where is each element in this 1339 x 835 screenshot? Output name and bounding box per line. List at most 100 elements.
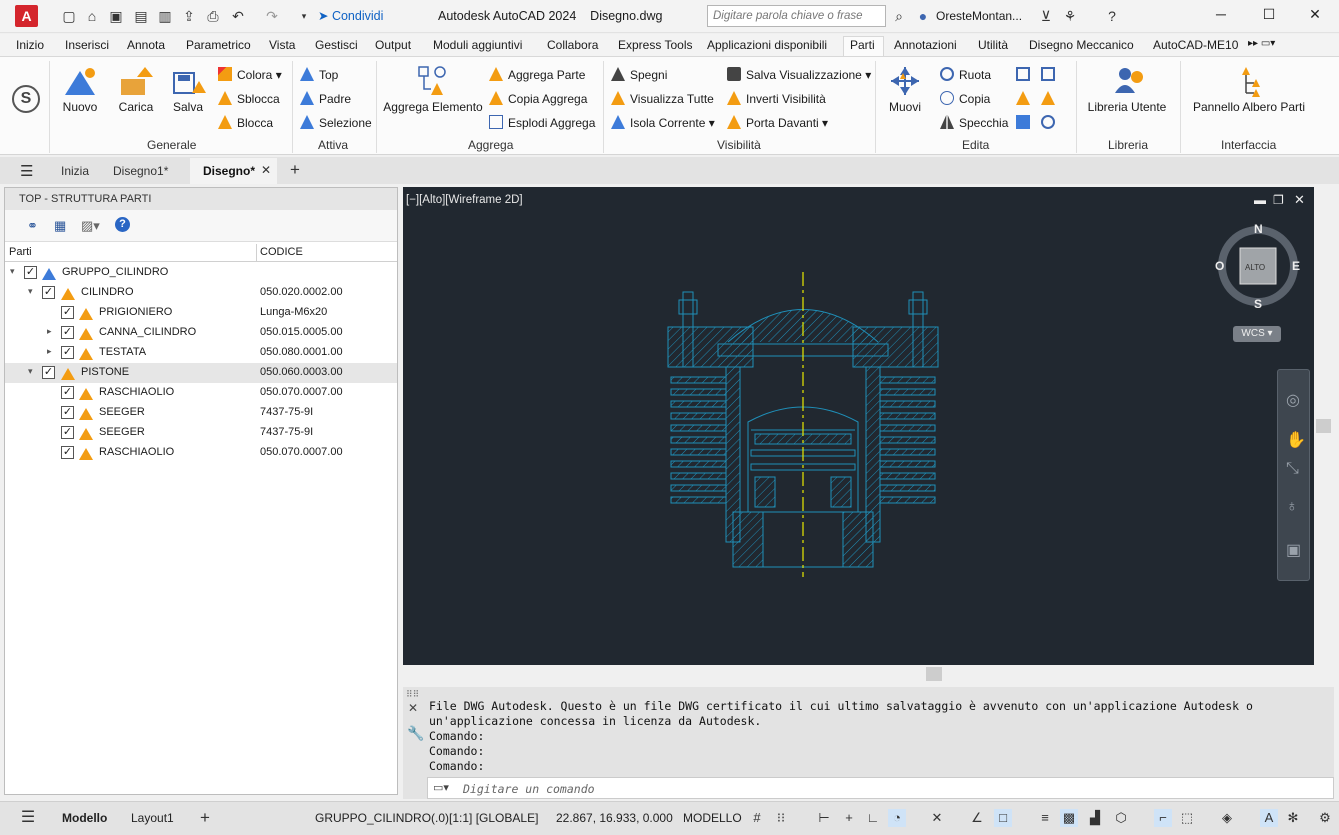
dynamic-ucs-icon[interactable]: ⌐ bbox=[1154, 809, 1172, 827]
object-snap-tracking-icon[interactable]: ∠ bbox=[968, 809, 986, 827]
col-parts[interactable]: Parti bbox=[9, 246, 32, 258]
cart-icon[interactable]: ⊻ bbox=[1038, 8, 1054, 24]
tab-autocad-me10[interactable]: AutoCAD-ME10 bbox=[1153, 38, 1238, 52]
muovi-button[interactable] bbox=[889, 65, 921, 100]
steering-wheel-icon[interactable]: ◎ bbox=[1286, 390, 1300, 410]
array-icon[interactable] bbox=[1016, 67, 1030, 81]
selection-cycling-icon[interactable]: ▟ bbox=[1086, 809, 1104, 827]
fillet-icon[interactable] bbox=[1041, 115, 1055, 129]
esplodi-aggrega-button[interactable]: Esplodi Aggrega bbox=[489, 115, 595, 130]
tab-layout1[interactable]: Layout1 bbox=[131, 811, 174, 825]
viewport-restore-icon[interactable]: ❐ bbox=[1273, 193, 1284, 207]
checkbox[interactable]: ✓ bbox=[61, 446, 74, 459]
command-prompt-icon[interactable]: ▭▾ bbox=[433, 781, 449, 794]
tree-row[interactable]: ▸ ✓ CANNA_CILINDRO 050.015.0005.00 bbox=[5, 323, 397, 343]
compass-west[interactable]: O bbox=[1215, 259, 1224, 273]
wcs-menu[interactable]: WCS ▾ bbox=[1233, 326, 1281, 342]
pan-icon[interactable]: ✋ bbox=[1286, 430, 1306, 450]
expand-icon[interactable]: ▸ bbox=[47, 346, 52, 357]
customization-icon[interactable]: ⚙ bbox=[1316, 809, 1334, 827]
top-button[interactable]: Top bbox=[300, 67, 338, 82]
help-icon[interactable]: ? bbox=[115, 217, 130, 232]
tab-disegno-meccanico[interactable]: Disegno Meccanico bbox=[1029, 38, 1134, 52]
checkbox[interactable]: ✓ bbox=[42, 366, 55, 379]
salva-button[interactable] bbox=[172, 67, 206, 100]
checkbox[interactable]: ✓ bbox=[42, 286, 55, 299]
tab-parametrico[interactable]: Parametrico bbox=[186, 38, 251, 52]
stretch-icon[interactable] bbox=[1016, 115, 1030, 129]
app-logo[interactable]: A bbox=[15, 5, 38, 27]
compass-north[interactable]: N bbox=[1254, 222, 1263, 236]
viewport-controls[interactable]: [−][Alto][Wireframe 2D] bbox=[406, 194, 523, 206]
viewport-close-icon[interactable]: ✕ bbox=[1294, 192, 1305, 208]
tab-collabora[interactable]: Collabora bbox=[547, 38, 598, 52]
copia-aggrega-button[interactable]: Copia Aggrega bbox=[489, 91, 587, 106]
cylinder-section-drawing[interactable] bbox=[643, 272, 963, 577]
redo-icon[interactable]: ↷ bbox=[264, 8, 280, 24]
checkbox[interactable]: ✓ bbox=[61, 406, 74, 419]
model-space-toggle[interactable]: MODELLO bbox=[683, 811, 742, 825]
more-tabs-icon[interactable]: ▸▸ ▭▾ bbox=[1248, 38, 1275, 49]
edit-properties-icon[interactable]: ▨▾ bbox=[81, 218, 100, 234]
tab-inizio[interactable]: Inizio bbox=[16, 38, 44, 52]
grid-icon[interactable]: # bbox=[748, 809, 766, 827]
undo-icon[interactable]: ↶ bbox=[230, 8, 246, 24]
specchia-button[interactable]: Specchia bbox=[940, 115, 1008, 130]
tree-row[interactable]: ▾ ✓ PISTONE 050.060.0003.00 bbox=[5, 363, 397, 383]
autodesk-app-icon[interactable]: ⚘ bbox=[1062, 8, 1078, 24]
grip-icon[interactable]: ⠿⠿ bbox=[406, 689, 419, 700]
object-snap-icon[interactable]: □ bbox=[994, 809, 1012, 827]
checkbox[interactable]: ✓ bbox=[61, 306, 74, 319]
menu-icon[interactable]: ☰ bbox=[20, 162, 33, 180]
checkbox[interactable]: ✓ bbox=[61, 346, 74, 359]
collapse-icon[interactable]: ▾ bbox=[28, 286, 33, 297]
pannello-albero-parti-button[interactable] bbox=[1236, 65, 1264, 100]
checkbox[interactable]: ✓ bbox=[24, 266, 37, 279]
col-code[interactable]: CODICE bbox=[260, 246, 303, 258]
tree-row[interactable]: ▾ ✓ CILINDRO 050.020.0002.00 bbox=[5, 283, 397, 303]
tab-output[interactable]: Output bbox=[375, 38, 411, 52]
close-tab-icon[interactable]: ✕ bbox=[261, 163, 271, 177]
tab-moduli-aggiuntivi[interactable]: Moduli aggiuntivi bbox=[433, 38, 522, 52]
expand-icon[interactable]: ▸ bbox=[47, 326, 52, 337]
orbit-icon[interactable]: ♁ bbox=[1286, 498, 1298, 516]
aggrega-elemento-button[interactable] bbox=[417, 65, 447, 100]
trim-icon[interactable] bbox=[1016, 91, 1030, 105]
maximize-button[interactable]: ☐ bbox=[1254, 6, 1284, 26]
user-icon[interactable]: ● bbox=[915, 8, 931, 24]
sblocca-button[interactable]: Sblocca bbox=[218, 91, 280, 106]
tree-view-icon[interactable]: ▦ bbox=[54, 218, 66, 234]
dynamic-input-icon[interactable]: + bbox=[840, 809, 858, 827]
tab-model[interactable]: Modello bbox=[62, 811, 107, 825]
upload-icon[interactable]: ⇪ bbox=[181, 8, 197, 24]
showmotion-icon[interactable]: ▣ bbox=[1286, 540, 1301, 560]
snap-icon[interactable]: ⁝⁝ bbox=[772, 809, 790, 827]
tree-row[interactable]: ✓ RASCHIAOLIO 050.070.0007.00 bbox=[5, 383, 397, 403]
tree-row[interactable]: ▸ ✓ TESTATA 050.080.0001.00 bbox=[5, 343, 397, 363]
tab-express-tools[interactable]: Express Tools bbox=[618, 38, 692, 52]
drawing-viewport[interactable]: [−][Alto][Wireframe 2D] ▬ ❐ ✕ ALTO N S E… bbox=[403, 187, 1314, 665]
new-tab-icon[interactable]: + bbox=[290, 160, 300, 180]
binoculars-icon[interactable]: ⚭ bbox=[27, 218, 38, 234]
compass-south[interactable]: S bbox=[1254, 297, 1262, 311]
tab-vista[interactable]: Vista bbox=[269, 38, 295, 52]
compass-east[interactable]: E bbox=[1292, 259, 1300, 273]
scale-icon[interactable] bbox=[1041, 67, 1055, 81]
inverti-visibilita-button[interactable]: Inverti Visibilità bbox=[727, 91, 826, 106]
tree-row[interactable]: ✓ PRIGIONIERO Lunga-M6x20 bbox=[5, 303, 397, 323]
blocca-button[interactable]: Blocca bbox=[218, 115, 273, 130]
add-layout-icon[interactable]: + bbox=[196, 809, 214, 827]
tree-row[interactable]: ✓ RASCHIAOLIO 050.070.0007.00 bbox=[5, 443, 397, 463]
porta-davanti-button[interactable]: Porta Davanti ▾ bbox=[727, 115, 828, 130]
save-as-icon[interactable]: ▤ bbox=[133, 8, 149, 24]
lineweight-icon[interactable]: ≡ bbox=[1036, 809, 1054, 827]
aggrega-parte-button[interactable]: Aggrega Parte bbox=[489, 67, 585, 82]
isodraft-icon[interactable]: ✕ bbox=[928, 809, 946, 827]
collapse-icon[interactable]: ▾ bbox=[10, 266, 15, 277]
search-input[interactable]: Digitare parola chiave o frase bbox=[707, 5, 886, 27]
checkbox[interactable]: ✓ bbox=[61, 426, 74, 439]
minimize-button[interactable]: ─ bbox=[1206, 6, 1236, 26]
tree-row[interactable]: ✓ SEEGER 7437-75-9I bbox=[5, 423, 397, 443]
transparency-icon[interactable]: ▩ bbox=[1060, 809, 1078, 827]
annotation-visibility-icon[interactable]: A bbox=[1260, 809, 1278, 827]
